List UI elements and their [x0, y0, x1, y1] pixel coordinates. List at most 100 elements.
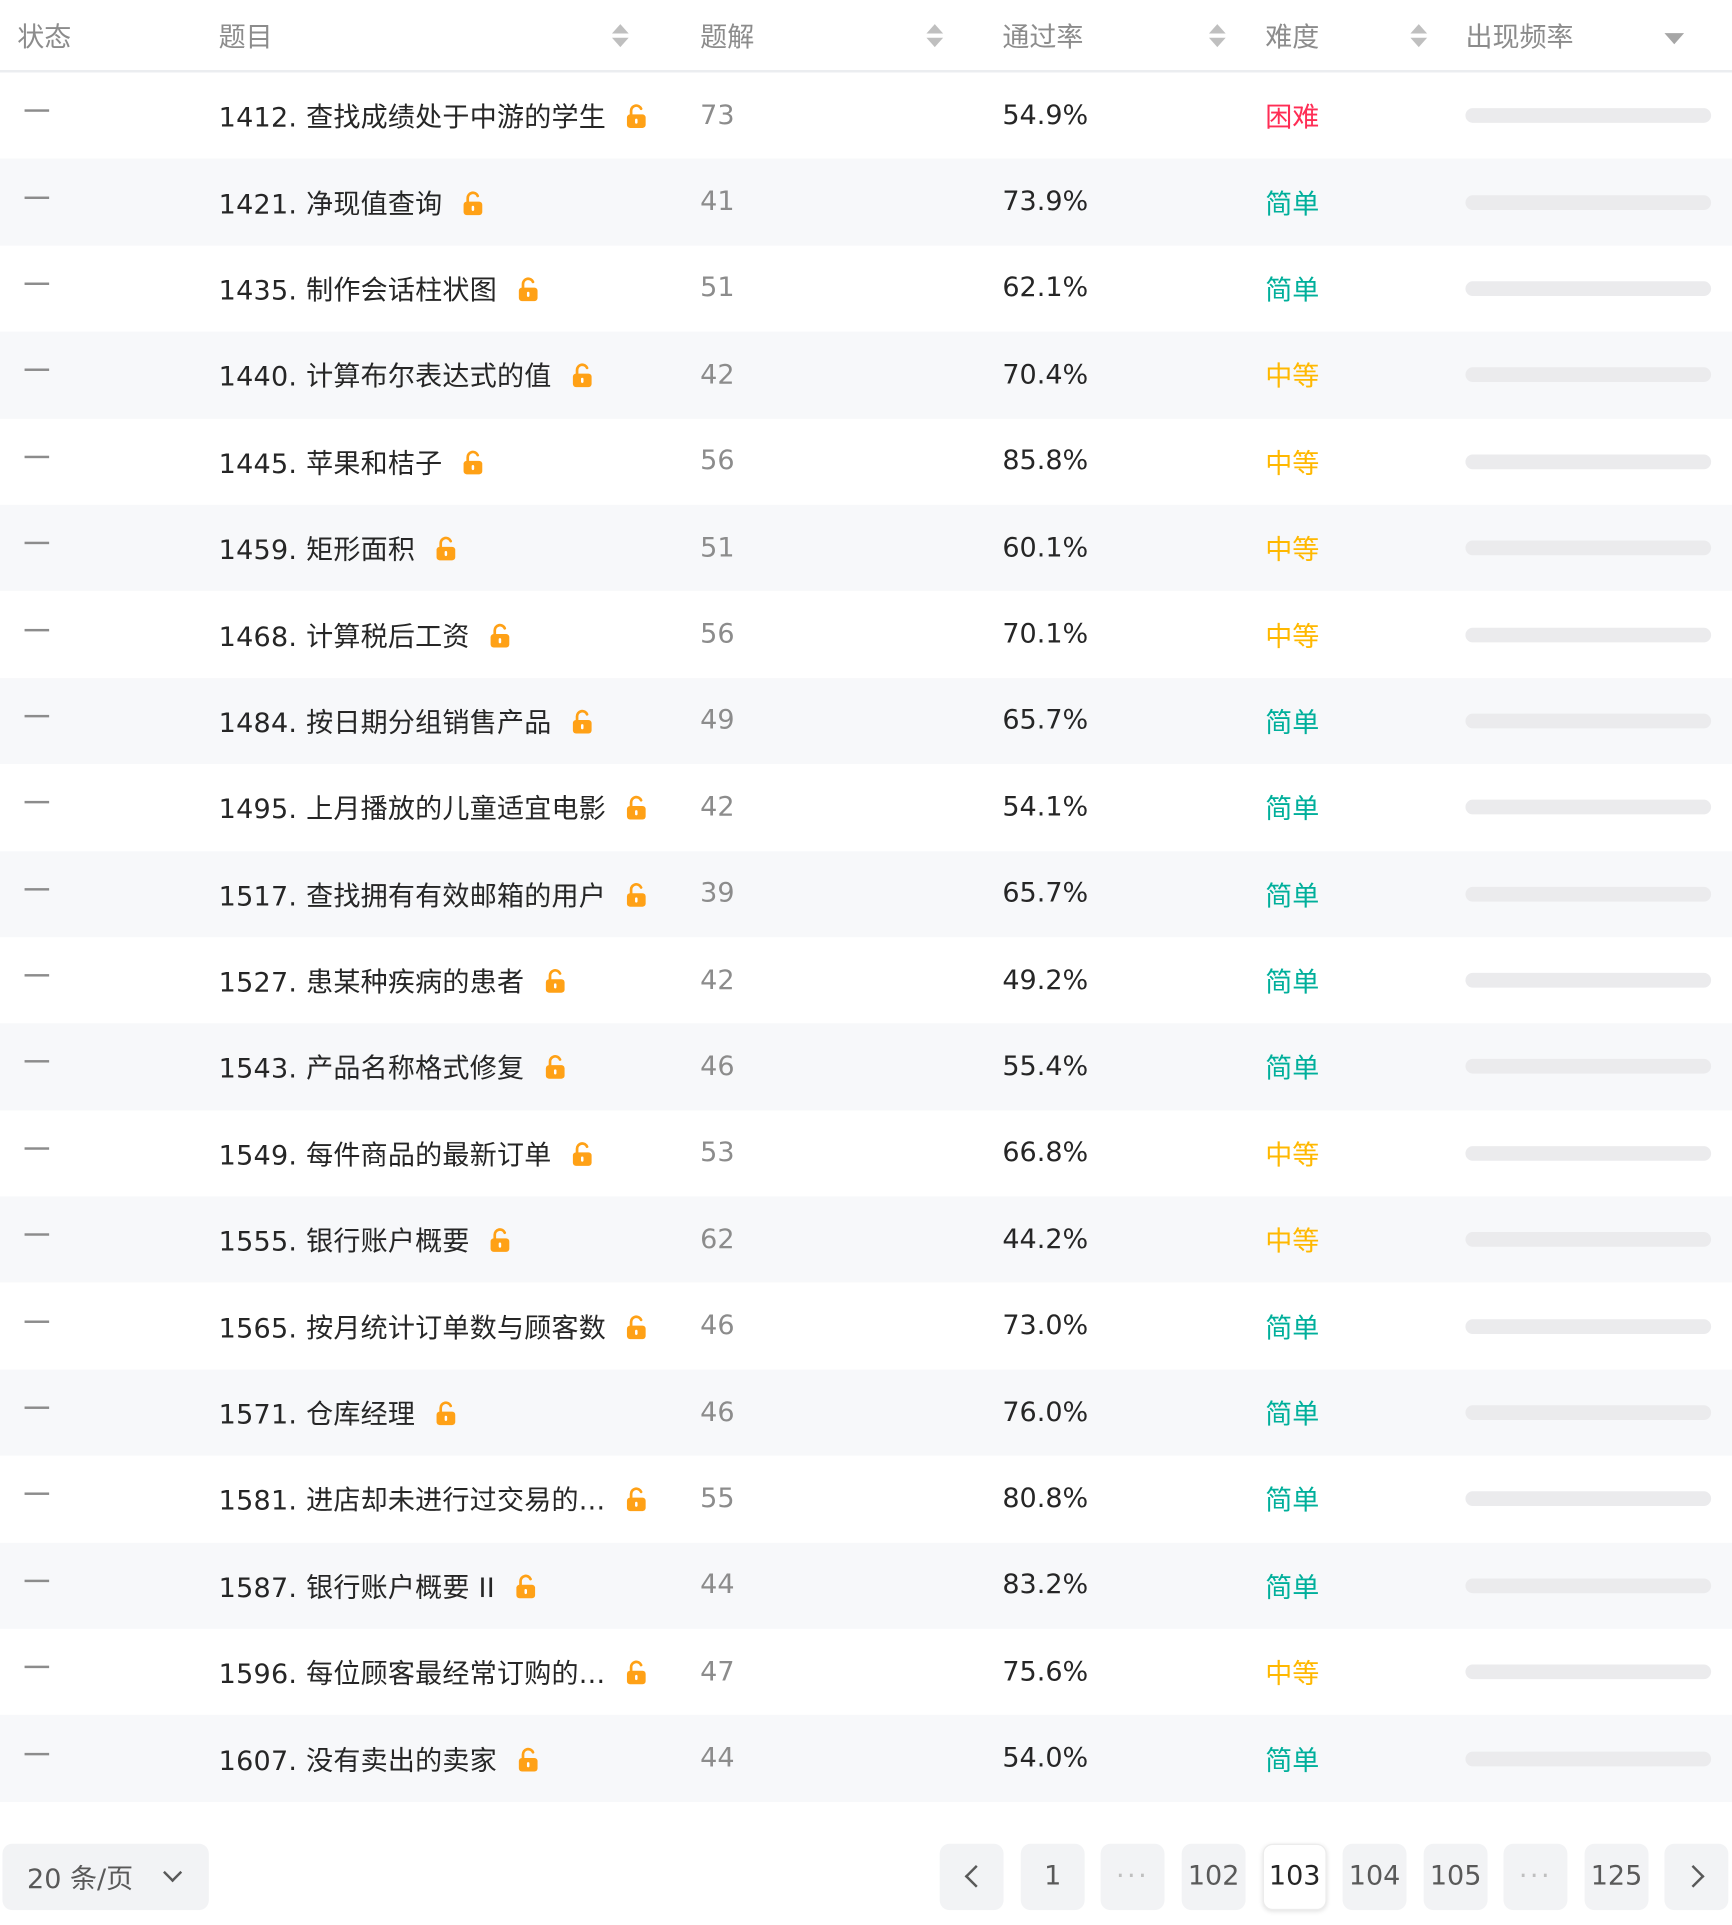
problem-title-link[interactable]: 1445. 苹果和桔子	[219, 442, 443, 481]
table-row[interactable]: 1435. 制作会话柱状图 51 62.1% 简单	[0, 245, 1732, 331]
problem-title-link[interactable]: 1468. 计算税后工资	[219, 615, 470, 654]
header-title[interactable]: 题目	[219, 0, 661, 70]
problem-title-link[interactable]: 1571. 仓库经理	[219, 1393, 416, 1432]
table-row[interactable]: 1421. 净现值查询 41 73.9% 简单	[0, 158, 1732, 246]
solutions-count[interactable]: 62	[700, 1224, 734, 1255]
problem-title-link[interactable]: 1543. 产品名称格式修复	[219, 1047, 525, 1086]
title-cell[interactable]: 1459. 矩形面积	[219, 505, 661, 591]
title-cell[interactable]: 1581. 进店却未进行过交易的...	[219, 1456, 661, 1542]
next-page-button[interactable]	[1664, 1843, 1729, 1910]
solutions-cell[interactable]: 62	[700, 1197, 973, 1283]
table-row[interactable]: 1445. 苹果和桔子 56 85.8% 中等	[0, 418, 1732, 504]
title-cell[interactable]: 1495. 上月播放的儿童适宜电影	[219, 764, 661, 850]
solutions-count[interactable]: 49	[700, 706, 734, 737]
solutions-count[interactable]: 51	[700, 273, 734, 304]
solutions-count[interactable]: 53	[700, 1138, 734, 1169]
solutions-cell[interactable]: 56	[700, 418, 973, 504]
title-cell[interactable]: 1421. 净现值查询	[219, 159, 661, 245]
header-difficulty[interactable]: 难度	[1265, 0, 1430, 70]
title-cell[interactable]: 1412. 查找成绩处于中游的学生	[219, 72, 661, 158]
problem-title-link[interactable]: 1495. 上月播放的儿童适宜电影	[219, 788, 606, 827]
problem-title-link[interactable]: 1555. 银行账户概要	[219, 1220, 470, 1259]
problem-title-link[interactable]: 1607. 没有卖出的卖家	[219, 1739, 497, 1778]
page-button[interactable]: 125	[1584, 1843, 1649, 1910]
problem-title-link[interactable]: 1421. 净现值查询	[219, 183, 443, 222]
table-row[interactable]: 1517. 查找拥有有效邮箱的用户 39 65.7% 简单	[0, 850, 1732, 938]
solutions-count[interactable]: 46	[700, 1397, 734, 1428]
solutions-cell[interactable]: 46	[700, 1369, 973, 1455]
problem-title-link[interactable]: 1412. 查找成绩处于中游的学生	[219, 96, 606, 135]
solutions-cell[interactable]: 51	[700, 505, 973, 591]
table-row[interactable]: 1412. 查找成绩处于中游的学生 73 54.9% 困难	[0, 72, 1732, 158]
solutions-count[interactable]: 39	[700, 879, 734, 910]
title-cell[interactable]: 1571. 仓库经理	[219, 1369, 661, 1455]
solutions-cell[interactable]: 53	[700, 1110, 973, 1196]
solutions-count[interactable]: 51	[700, 533, 734, 564]
solutions-cell[interactable]: 51	[700, 245, 973, 331]
solutions-cell[interactable]: 42	[700, 937, 973, 1023]
title-cell[interactable]: 1484. 按日期分组销售产品	[219, 678, 661, 764]
page-size-select[interactable]: 20 条/页	[2, 1843, 209, 1910]
solutions-cell[interactable]: 41	[700, 159, 973, 245]
problem-title-link[interactable]: 1581. 进店却未进行过交易的...	[219, 1479, 606, 1518]
solutions-cell[interactable]: 39	[700, 851, 973, 937]
table-row[interactable]: 1440. 计算布尔表达式的值 42 70.4% 中等	[0, 331, 1732, 419]
title-cell[interactable]: 1549. 每件商品的最新订单	[219, 1110, 661, 1196]
solutions-count[interactable]: 41	[700, 187, 734, 218]
problem-title-link[interactable]: 1517. 查找拥有有效邮箱的用户	[219, 874, 606, 913]
table-row[interactable]: 1596. 每位顾客最经常订购的... 47 75.6% 中等	[0, 1629, 1732, 1715]
solutions-count[interactable]: 44	[700, 1570, 734, 1601]
problem-title-link[interactable]: 1459. 矩形面积	[219, 528, 416, 567]
caret-down-icon[interactable]	[1664, 32, 1685, 44]
page-button[interactable]: 102	[1181, 1843, 1246, 1910]
solutions-cell[interactable]: 46	[700, 1024, 973, 1110]
prev-page-button[interactable]	[939, 1843, 1004, 1910]
solutions-count[interactable]: 46	[700, 1051, 734, 1082]
title-cell[interactable]: 1527. 患某种疾病的患者	[219, 937, 661, 1023]
table-row[interactable]: 1549. 每件商品的最新订单 53 66.8% 中等	[0, 1110, 1732, 1196]
header-pass-rate[interactable]: 通过率	[1002, 0, 1228, 70]
sort-icon[interactable]	[1409, 22, 1428, 47]
solutions-cell[interactable]: 46	[700, 1283, 973, 1369]
table-row[interactable]: 1468. 计算税后工资 56 70.1% 中等	[0, 591, 1732, 677]
solutions-cell[interactable]: 49	[700, 678, 973, 764]
title-cell[interactable]: 1565. 按月统计订单数与顾客数	[219, 1283, 661, 1369]
sort-icon[interactable]	[1208, 22, 1227, 47]
header-frequency[interactable]: 出现频率	[1465, 0, 1711, 70]
solutions-cell[interactable]: 55	[700, 1456, 973, 1542]
solutions-cell[interactable]: 56	[700, 591, 973, 677]
solutions-count[interactable]: 42	[700, 792, 734, 823]
page-button[interactable]: 104	[1342, 1843, 1407, 1910]
solutions-count[interactable]: 56	[700, 619, 734, 650]
page-ellipsis[interactable]: ···	[1100, 1843, 1165, 1910]
title-cell[interactable]: 1555. 银行账户概要	[219, 1197, 661, 1283]
title-cell[interactable]: 1596. 每位顾客最经常订购的...	[219, 1629, 661, 1715]
table-row[interactable]: 1527. 患某种疾病的患者 42 49.2% 简单	[0, 937, 1732, 1023]
title-cell[interactable]: 1468. 计算税后工资	[219, 591, 661, 677]
table-row[interactable]: 1484. 按日期分组销售产品 49 65.7% 简单	[0, 677, 1732, 765]
solutions-cell[interactable]: 42	[700, 332, 973, 418]
problem-title-link[interactable]: 1596. 每位顾客最经常订购的...	[219, 1652, 606, 1691]
solutions-count[interactable]: 55	[700, 1484, 734, 1515]
table-row[interactable]: 1571. 仓库经理 46 76.0% 简单	[0, 1369, 1732, 1456]
solutions-cell[interactable]: 47	[700, 1629, 973, 1715]
sort-icon[interactable]	[611, 22, 630, 47]
page-button[interactable]: 105	[1423, 1843, 1488, 1910]
table-row[interactable]: 1581. 进店却未进行过交易的... 55 80.8% 简单	[0, 1456, 1732, 1542]
solutions-cell[interactable]: 73	[700, 72, 973, 158]
solutions-count[interactable]: 56	[700, 446, 734, 477]
problem-title-link[interactable]: 1440. 计算布尔表达式的值	[219, 355, 552, 394]
problem-title-link[interactable]: 1435. 制作会话柱状图	[219, 269, 497, 308]
title-cell[interactable]: 1445. 苹果和桔子	[219, 418, 661, 504]
table-row[interactable]: 1495. 上月播放的儿童适宜电影 42 54.1% 简单	[0, 764, 1732, 850]
title-cell[interactable]: 1587. 银行账户概要 II	[219, 1542, 661, 1628]
title-cell[interactable]: 1517. 查找拥有有效邮箱的用户	[219, 851, 661, 937]
title-cell[interactable]: 1607. 没有卖出的卖家	[219, 1715, 661, 1801]
problem-title-link[interactable]: 1587. 银行账户概要 II	[219, 1566, 495, 1605]
problem-title-link[interactable]: 1484. 按日期分组销售产品	[219, 701, 552, 740]
page-ellipsis[interactable]: ···	[1503, 1843, 1568, 1910]
table-row[interactable]: 1555. 银行账户概要 62 44.2% 中等	[0, 1196, 1732, 1283]
solutions-count[interactable]: 42	[700, 965, 734, 996]
title-cell[interactable]: 1440. 计算布尔表达式的值	[219, 332, 661, 418]
table-row[interactable]: 1459. 矩形面积 51 60.1% 中等	[0, 504, 1732, 592]
